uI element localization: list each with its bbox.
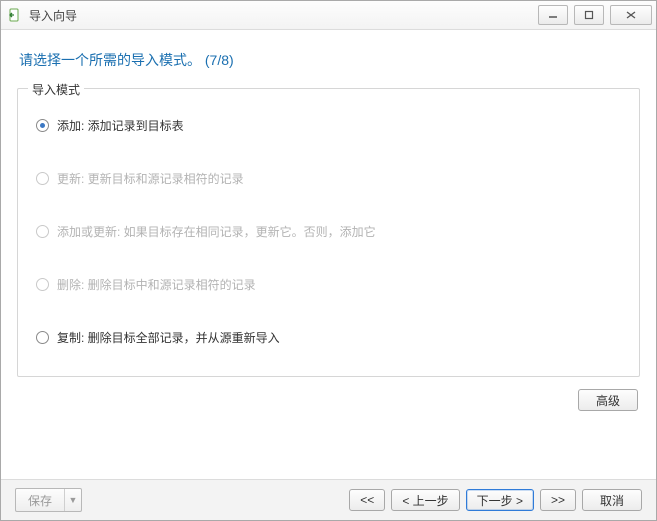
first-button[interactable]: << [349, 489, 385, 511]
radio-option-copy[interactable]: 复制: 删除目标全部记录，并从源重新导入 [36, 329, 621, 346]
wizard-window: 导入向导 请选择一个所需的导入模式。 (7/8) 导入模式 添加: 添加记录到目… [0, 0, 657, 521]
group-legend: 导入模式 [28, 81, 84, 98]
first-button-label: << [360, 493, 374, 507]
radio-icon [36, 225, 49, 238]
import-mode-group: 导入模式 添加: 添加记录到目标表 更新: 更新目标和源记录相符的记录 添加或更… [17, 88, 640, 377]
window-title: 导入向导 [29, 7, 77, 24]
last-button[interactable]: >> [540, 489, 576, 511]
back-button-label: < 上一步 [402, 492, 448, 509]
radio-label: 删除: 删除目标中和源记录相符的记录 [57, 276, 256, 293]
close-icon [625, 10, 637, 20]
radio-label: 复制: 删除目标全部记录，并从源重新导入 [57, 329, 280, 346]
advanced-button-label: 高级 [596, 392, 620, 409]
maximize-icon [584, 10, 594, 20]
radio-label: 添加: 添加记录到目标表 [57, 117, 184, 134]
last-button-label: >> [551, 493, 565, 507]
close-button[interactable] [610, 5, 652, 25]
page-heading: 请选择一个所需的导入模式。 (7/8) [19, 50, 638, 70]
back-button[interactable]: < 上一步 [391, 489, 459, 511]
footer-bar: 保存 ▼ << < 上一步 下一步 > >> 取消 [1, 479, 656, 520]
cancel-button-label: 取消 [600, 492, 624, 509]
titlebar: 导入向导 [1, 1, 656, 30]
radio-option-add[interactable]: 添加: 添加记录到目标表 [36, 117, 621, 134]
chevron-down-icon: ▼ [64, 489, 81, 511]
radio-label: 添加或更新: 如果目标存在相同记录，更新它。否则，添加它 [57, 223, 376, 240]
radio-option-delete: 删除: 删除目标中和源记录相符的记录 [36, 276, 621, 293]
radio-label: 更新: 更新目标和源记录相符的记录 [57, 170, 244, 187]
save-button-label: 保存 [16, 492, 64, 509]
window-controls [538, 5, 652, 25]
radio-icon [36, 278, 49, 291]
next-button[interactable]: 下一步 > [466, 489, 534, 511]
radio-icon [36, 331, 49, 344]
radio-option-update: 更新: 更新目标和源记录相符的记录 [36, 170, 621, 187]
advanced-button[interactable]: 高级 [578, 389, 638, 411]
radio-icon [36, 119, 49, 132]
next-button-label: 下一步 > [477, 492, 523, 509]
minimize-button[interactable] [538, 5, 568, 25]
radio-option-upsert: 添加或更新: 如果目标存在相同记录，更新它。否则，添加它 [36, 223, 621, 240]
content-area: 请选择一个所需的导入模式。 (7/8) 导入模式 添加: 添加记录到目标表 更新… [1, 30, 656, 479]
cancel-button[interactable]: 取消 [582, 489, 642, 511]
minimize-icon [548, 10, 558, 20]
app-icon [7, 7, 23, 23]
save-split-button[interactable]: 保存 ▼ [15, 488, 82, 512]
maximize-button[interactable] [574, 5, 604, 25]
radio-icon [36, 172, 49, 185]
